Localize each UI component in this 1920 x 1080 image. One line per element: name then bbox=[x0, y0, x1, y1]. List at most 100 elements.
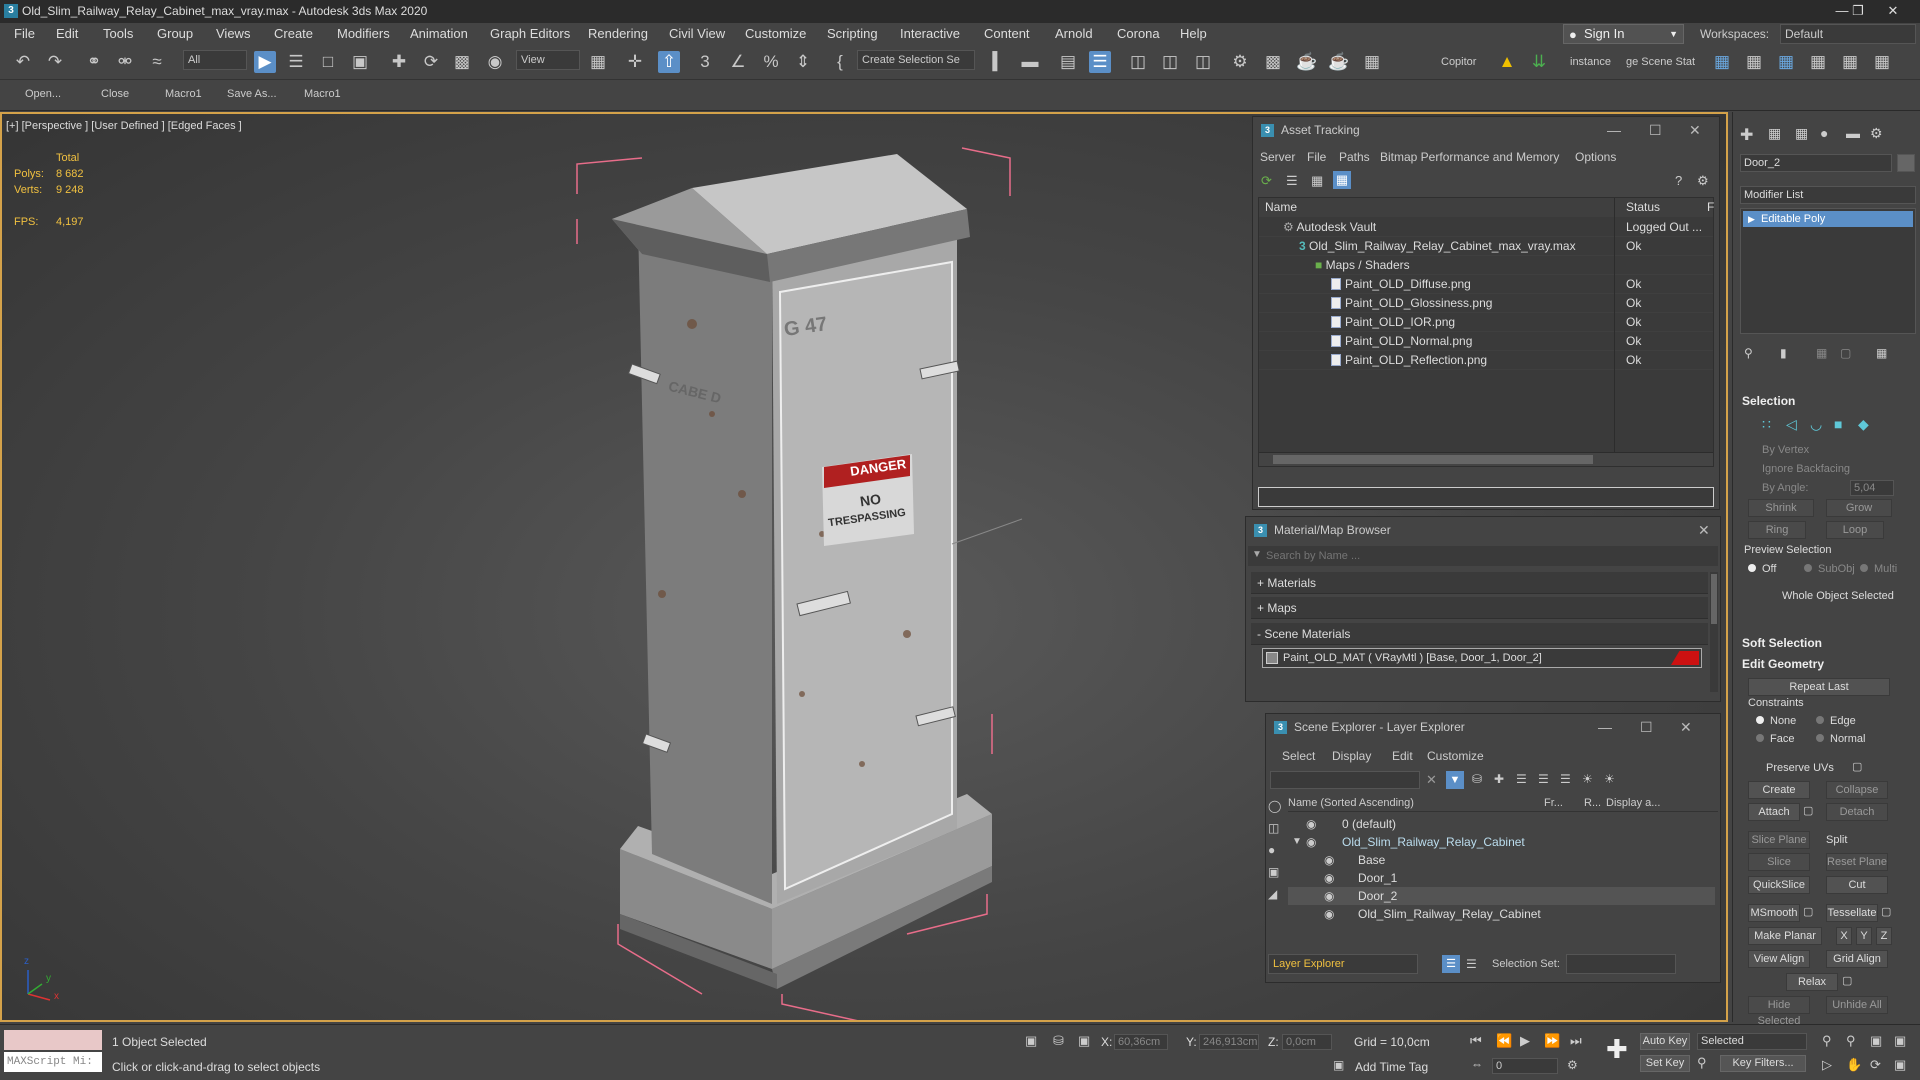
horizontal-scrollbar[interactable] bbox=[1259, 452, 1713, 466]
hierarchy-icon[interactable]: ☰ bbox=[1466, 957, 1477, 971]
vertex-icon[interactable]: ∷ bbox=[1762, 416, 1771, 433]
orbit-icon[interactable]: ⟳ bbox=[1870, 1057, 1881, 1073]
eye-icon[interactable]: ◉ bbox=[1324, 887, 1334, 905]
make-current-icon[interactable]: ☰ bbox=[1538, 772, 1549, 786]
close-button[interactable]: Close bbox=[101, 88, 129, 100]
close-icon[interactable]: ✕ bbox=[1698, 522, 1710, 538]
thumbnail-view-icon[interactable]: ▦ bbox=[1311, 173, 1323, 189]
hide-selected-button[interactable]: Hide Selected bbox=[1748, 996, 1810, 1027]
hierarchy-tab-icon[interactable]: ▦ bbox=[1795, 125, 1808, 142]
close-icon[interactable]: ✕ bbox=[1680, 719, 1692, 735]
maximize-icon[interactable]: ☐ bbox=[1640, 719, 1653, 735]
eye-icon[interactable]: ◉ bbox=[1324, 905, 1334, 923]
tool-icon-3[interactable]: ▦ bbox=[1775, 51, 1797, 73]
table-row[interactable]: Paint_OLD_Normal.png Ok bbox=[1259, 332, 1713, 351]
render-setup-icon[interactable]: ⚙ bbox=[1229, 51, 1251, 73]
column-header-name[interactable]: Name bbox=[1265, 200, 1297, 214]
open-button[interactable]: Open... bbox=[25, 88, 61, 100]
explorer-menu-edit[interactable]: Edit bbox=[1392, 749, 1413, 763]
play-icon[interactable]: ▶ bbox=[1520, 1033, 1530, 1049]
filter-icon[interactable]: ▼ bbox=[1446, 771, 1464, 789]
border-icon[interactable]: ◡ bbox=[1810, 416, 1822, 433]
material-search-input[interactable] bbox=[1266, 548, 1706, 564]
menu-arnold[interactable]: Arnold bbox=[1055, 26, 1093, 41]
list-item[interactable]: ◉ Old_Slim_Railway_Relay_Cabinet bbox=[1288, 905, 1715, 923]
menu-file[interactable]: File bbox=[14, 26, 35, 41]
maps-section[interactable]: + Maps bbox=[1251, 597, 1708, 619]
by-vertex-checkbox[interactable]: By Vertex bbox=[1762, 444, 1809, 456]
next-frame-icon[interactable]: ⏩ bbox=[1544, 1033, 1560, 1049]
menu-group[interactable]: Group bbox=[157, 26, 193, 41]
preview-subobj-radio[interactable]: SubObj bbox=[1804, 563, 1855, 575]
list-item-selected[interactable]: ◉ Door_2 bbox=[1288, 887, 1715, 905]
object-color-swatch[interactable] bbox=[1897, 154, 1915, 172]
rendered-frame-window-icon[interactable]: ▩ bbox=[1262, 51, 1284, 73]
link-icon[interactable]: ⚭ bbox=[83, 51, 105, 73]
rectangular-selection-icon[interactable]: □ bbox=[317, 51, 339, 73]
tool-icon-6[interactable]: ▦ bbox=[1871, 51, 1893, 73]
grid-align-button[interactable]: Grid Align bbox=[1826, 950, 1888, 968]
explorer-menu-customize[interactable]: Customize bbox=[1427, 749, 1484, 763]
rotate-icon[interactable]: ⟳ bbox=[420, 51, 442, 73]
list-item[interactable]: ▼ ◉ Old_Slim_Railway_Relay_Cabinet bbox=[1288, 833, 1715, 851]
modify-tab-icon[interactable]: ▦ bbox=[1768, 125, 1781, 142]
relax-settings-icon[interactable]: ▢ bbox=[1842, 974, 1852, 987]
asset-menu-options[interactable]: Options bbox=[1575, 150, 1616, 164]
macro1-button[interactable]: Macro1 bbox=[165, 88, 202, 100]
attach-list-icon[interactable]: ▢ bbox=[1803, 804, 1813, 817]
pivot-center-icon[interactable]: ▦ bbox=[587, 51, 609, 73]
slice-button[interactable]: Slice bbox=[1748, 853, 1810, 871]
asset-path-field[interactable] bbox=[1258, 487, 1714, 507]
undo-icon[interactable]: ↶ bbox=[12, 51, 34, 73]
material-browser-title-bar[interactable]: 3 Material/Map Browser bbox=[1246, 517, 1720, 544]
align-icon[interactable]: ▬ bbox=[1019, 51, 1041, 73]
z-coordinate-field[interactable]: 0,0cm bbox=[1282, 1034, 1332, 1050]
constraint-normal-radio[interactable]: Normal bbox=[1816, 733, 1865, 745]
table-row[interactable]: Paint_OLD_Diffuse.png Ok bbox=[1259, 275, 1713, 294]
warning-icon[interactable]: ▲ bbox=[1496, 51, 1518, 73]
explorer-menu-select[interactable]: Select bbox=[1282, 749, 1315, 763]
time-tag-icon[interactable]: ▣ bbox=[1333, 1058, 1344, 1072]
scrollbar-thumb[interactable] bbox=[1273, 455, 1593, 464]
menu-create[interactable]: Create bbox=[274, 26, 313, 41]
eye-icon[interactable]: ◉ bbox=[1306, 833, 1316, 851]
settings-icon[interactable]: ⚙ bbox=[1697, 173, 1709, 189]
vertical-scrollbar[interactable] bbox=[1710, 572, 1718, 692]
menu-customize[interactable]: Customize bbox=[745, 26, 806, 41]
column-header-status[interactable]: Status bbox=[1626, 200, 1660, 214]
expand-chevron-icon[interactable]: ▼ bbox=[1292, 833, 1302, 851]
asset-menu-file[interactable]: File bbox=[1307, 150, 1326, 164]
scene-material-item[interactable]: Paint_OLD_MAT ( VRayMtl ) [Base, Door_1,… bbox=[1262, 648, 1702, 668]
minimize-icon[interactable]: — bbox=[1607, 122, 1621, 138]
scrollbar-thumb[interactable] bbox=[1711, 574, 1717, 624]
eye-icon[interactable]: ◉ bbox=[1324, 869, 1334, 887]
menu-animation[interactable]: Animation bbox=[410, 26, 468, 41]
by-angle-checkbox[interactable]: By Angle: bbox=[1762, 482, 1808, 494]
asset-menu-bitmap[interactable]: Bitmap Performance and Memory bbox=[1380, 150, 1559, 164]
scale-icon[interactable]: ▩ bbox=[451, 51, 473, 73]
selection-rollout-header[interactable]: Selection bbox=[1742, 394, 1795, 408]
unlink-icon[interactable]: ⚮ bbox=[114, 51, 136, 73]
ignore-backfacing-checkbox[interactable]: Ignore Backfacing bbox=[1762, 463, 1850, 475]
layer-sort-icon[interactable]: ☰ bbox=[1442, 955, 1460, 973]
eye-icon[interactable]: ◉ bbox=[1324, 851, 1334, 869]
absolute-mode-icon[interactable]: ▣ bbox=[1078, 1033, 1090, 1049]
zoom-all-icon[interactable]: ⚲ bbox=[1846, 1033, 1856, 1049]
pan-view-icon[interactable]: ✋ bbox=[1846, 1057, 1862, 1073]
constraint-face-radio[interactable]: Face bbox=[1756, 733, 1794, 745]
save-as-button[interactable]: Save As... bbox=[227, 88, 277, 100]
named-selection-sets-dropdown[interactable]: Create Selection Se bbox=[857, 50, 975, 70]
materials-section[interactable]: + Materials bbox=[1251, 572, 1708, 594]
menu-edit[interactable]: Edit bbox=[56, 26, 78, 41]
edit-geometry-rollout-header[interactable]: Edit Geometry bbox=[1742, 657, 1824, 671]
msmooth-button[interactable]: MSmooth bbox=[1748, 904, 1800, 922]
split-checkbox[interactable]: Split bbox=[1826, 834, 1847, 846]
remove-modifier-icon[interactable]: ▢ bbox=[1840, 346, 1851, 360]
ring-button[interactable]: Ring bbox=[1748, 521, 1806, 539]
show-end-result-icon[interactable]: ▮ bbox=[1780, 346, 1787, 360]
create-button[interactable]: Create bbox=[1748, 781, 1810, 799]
display-geometry-icon[interactable]: ◫ bbox=[1268, 821, 1279, 835]
preview-multi-radio[interactable]: Multi bbox=[1860, 563, 1897, 575]
render-activeshade-icon[interactable]: ▦ bbox=[1361, 51, 1383, 73]
menu-tools[interactable]: Tools bbox=[103, 26, 133, 41]
